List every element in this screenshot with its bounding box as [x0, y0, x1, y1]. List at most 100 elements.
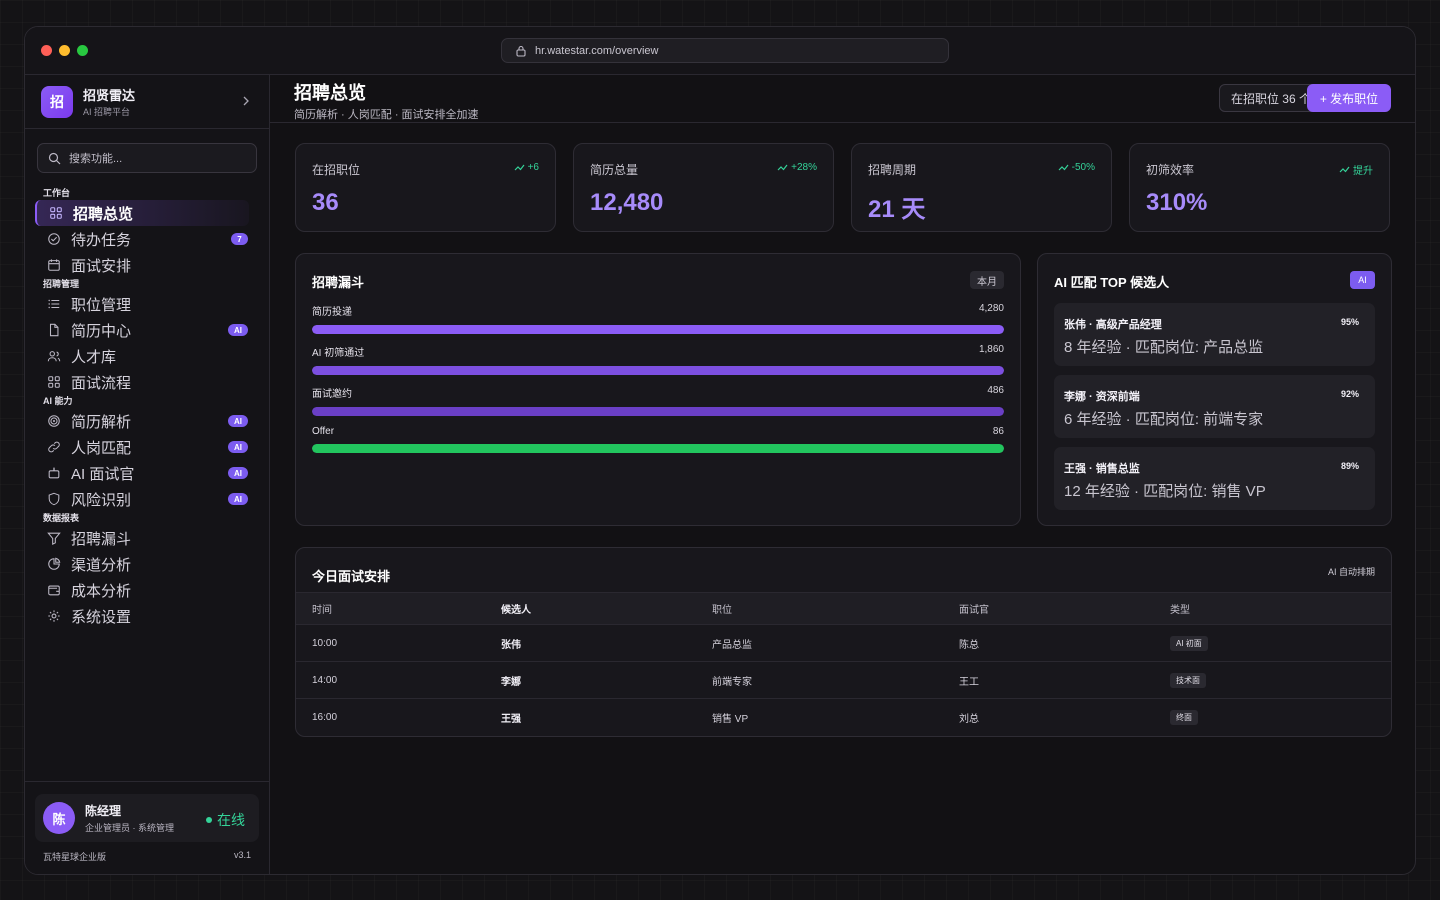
avatar: 陈	[43, 802, 75, 834]
ai-badge: AI	[228, 324, 248, 336]
funnel-panel: 招聘漏斗 本月 简历投递 4,280 AI 初筛通过 1,860 面试邀约 486 Offe…	[295, 253, 1021, 526]
funnel-bar-track	[312, 407, 1004, 416]
close-window-button[interactable]	[41, 45, 52, 56]
candidate-desc: 6 年经验 · 匹配岗位: 前端专家	[1064, 411, 1264, 428]
sidebar-item[interactable]: 系统设置	[25, 603, 269, 629]
schedule-panel: 今日面试安排 AI 自动排期 时间 候选人 职位 面试官 类型 10:00 张伟 产品总监 陈总…	[295, 547, 1392, 737]
publish-position-button[interactable]: + 发布职位	[1307, 84, 1391, 112]
period-selector[interactable]: 本月	[970, 271, 1004, 289]
sidebar-item[interactable]: 面试流程	[25, 369, 269, 395]
table-cell-interviewer: 刘总	[959, 713, 979, 725]
table-cell-time: 14:00	[312, 674, 338, 686]
stat-value: 310%	[1146, 189, 1208, 216]
url-bar[interactable]: hr.watestar.com/overview	[501, 38, 949, 63]
robot-icon	[48, 467, 60, 479]
sidebar-item[interactable]: 职位管理	[25, 291, 269, 317]
sidebar-item-label: 简历解析	[71, 413, 132, 431]
candidate-desc: 8 年经验 · 匹配岗位: 产品总监	[1064, 339, 1264, 356]
sidebar-item[interactable]: 人岗匹配 AI	[25, 434, 269, 460]
search-placeholder: 搜索功能...	[69, 153, 123, 165]
candidate-card[interactable]: 张伟 · 高级产品经理 95% 8 年经验 · 匹配岗位: 产品总监	[1054, 303, 1375, 366]
funnel-stage: Offer 86	[312, 426, 1004, 453]
stat-trend: +6	[514, 162, 539, 173]
funnel-title: 招聘漏斗	[312, 275, 365, 290]
top-candidates-panel: AI 匹配 TOP 候选人 AI 张伟 · 高级产品经理 95% 8 年经验 · 匹…	[1037, 253, 1392, 526]
funnel-bar-track	[312, 366, 1004, 375]
edition-version: v3.1	[233, 850, 251, 860]
sidebar-item[interactable]: 简历解析 AI	[25, 408, 269, 434]
column-header: 职位	[712, 605, 732, 616]
shield-icon	[48, 492, 60, 506]
sidebar-item-label: 职位管理	[71, 296, 132, 314]
column-header: 候选人	[501, 605, 531, 616]
nav-section-title: AI 能力	[43, 396, 73, 406]
stat-value: 21 天	[868, 196, 926, 223]
main-content: 招聘总览 简历解析 · 人岗匹配 · 面试安排全加速 在招职位 36 个 + 发…	[270, 75, 1415, 874]
search-input[interactable]: 搜索功能...	[37, 143, 257, 173]
sidebar-item[interactable]: 简历中心 AI	[25, 317, 269, 343]
title-bar: hr.watestar.com/overview	[25, 27, 1415, 75]
ai-badge: AI	[228, 441, 248, 453]
funnel-bar-fill	[312, 325, 1004, 334]
grid-icon	[48, 376, 60, 388]
sidebar-item[interactable]: AI 面试官 AI	[25, 460, 269, 486]
edition-info: 瓦特星球企业版 v3.1	[25, 850, 269, 863]
pie-icon	[48, 557, 61, 570]
brand-switcher[interactable]: 招 招贤雷达 AI 招聘平台	[25, 75, 269, 129]
stat-card: 初筛效率 提升 310%	[1129, 143, 1390, 232]
sidebar-item[interactable]: 待办任务 7	[25, 226, 269, 252]
trend-up-icon	[514, 164, 525, 170]
table-cell-candidate: 张伟	[501, 639, 521, 651]
auto-schedule-tag: AI 自动排期	[1327, 567, 1375, 577]
sidebar-item[interactable]: 风险识别 AI	[25, 486, 269, 512]
status-text: 在线	[217, 812, 245, 828]
minimize-window-button[interactable]	[59, 45, 70, 56]
nav-section-title: 招聘管理	[43, 279, 80, 289]
user-status: 在线	[206, 810, 245, 830]
candidate-card[interactable]: 李娜 · 资深前端 92% 6 年经验 · 匹配岗位: 前端专家	[1054, 375, 1375, 438]
trend-value: +6	[527, 162, 539, 173]
sidebar-item-label: 招聘总览	[73, 205, 134, 223]
list-icon	[48, 299, 60, 309]
funnel-stage-label: 简历投递	[312, 307, 352, 318]
table-cell-candidate: 王强	[501, 713, 521, 725]
interview-type-tag: AI 初面	[1170, 635, 1208, 651]
sidebar-item[interactable]: 成本分析	[25, 577, 269, 603]
nav-section-title: 数据报表	[43, 513, 80, 523]
column-header: 时间	[312, 605, 332, 616]
brand-name: 招贤雷达	[83, 88, 136, 103]
table-row[interactable]: 14:00 李娜 前端专家 王工 技术面	[296, 661, 1391, 698]
candidate-card[interactable]: 王强 · 销售总监 89% 12 年经验 · 匹配岗位: 销售 VP	[1054, 447, 1375, 510]
table-row[interactable]: 10:00 张伟 产品总监 陈总 AI 初面	[296, 624, 1391, 661]
sidebar-item[interactable]: 渠道分析	[25, 551, 269, 577]
stat-value: 12,480	[590, 189, 664, 216]
funnel-stage-label: AI 初筛通过	[312, 348, 365, 359]
user-profile[interactable]: 陈 陈经理 企业管理员 · 系统管理 在线	[35, 794, 259, 842]
sidebar: 招 招贤雷达 AI 招聘平台 搜索功能... 工作台 招聘总览 待办任务 7 面试安排招…	[25, 75, 270, 874]
table-row[interactable]: 16:00 王强 销售 VP 刘总 终面	[296, 698, 1391, 735]
sidebar-item-label: 待办任务	[71, 231, 132, 249]
funnel-bar-track	[312, 444, 1004, 453]
table-cell-time: 10:00	[312, 637, 338, 649]
funnel-stage: AI 初筛通过 1,860	[312, 344, 1004, 375]
match-score: 92%	[1340, 389, 1359, 399]
lock-icon	[516, 45, 526, 57]
sidebar-item[interactable]: 招聘总览	[35, 200, 249, 226]
maximize-window-button[interactable]	[77, 45, 88, 56]
target-icon	[48, 415, 60, 427]
stat-card: 在招职位 +6 36	[295, 143, 556, 232]
funnel-stage-value: 4,280	[978, 303, 1004, 314]
stat-card: 简历总量 +28% 12,480	[573, 143, 834, 232]
sidebar-item[interactable]: 人才库	[25, 343, 269, 369]
sidebar-item[interactable]: 面试安排	[25, 252, 269, 278]
sidebar-item[interactable]: 招聘漏斗	[25, 525, 269, 551]
funnel-bar-track	[312, 325, 1004, 334]
wallet-icon	[48, 585, 60, 596]
file-icon	[49, 323, 59, 337]
count-badge: 7	[231, 233, 248, 245]
table-cell-type: AI 初面	[1170, 635, 1370, 651]
page-subtitle: 简历解析 · 人岗匹配 · 面试安排全加速	[294, 109, 479, 121]
top-candidates-title: AI 匹配 TOP 候选人	[1054, 275, 1170, 290]
interview-type-tag: 技术面	[1170, 672, 1206, 688]
user-name: 陈经理	[85, 804, 122, 818]
